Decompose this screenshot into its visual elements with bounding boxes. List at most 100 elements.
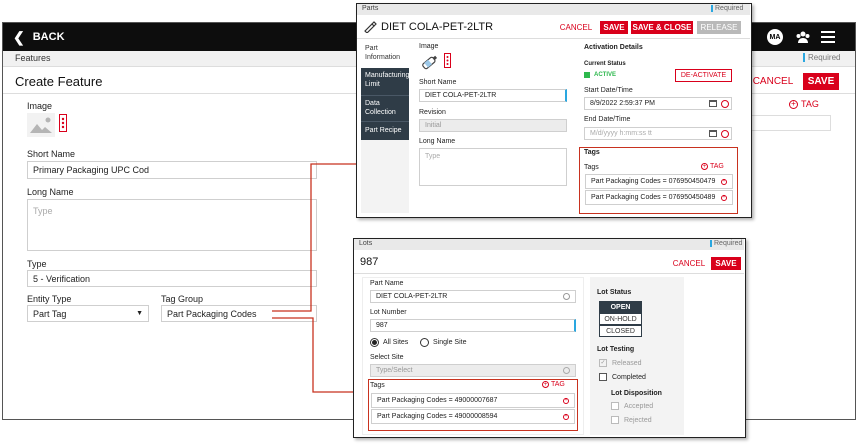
parts-header: Parts	[362, 5, 379, 12]
part-name-field[interactable]: DIET COLA-PET-2LTR	[370, 290, 576, 303]
lot-number-field[interactable]: 987	[370, 319, 576, 332]
parts-add-tag-button[interactable]: + TAG	[701, 163, 724, 170]
clock-icon[interactable]	[721, 129, 729, 138]
lots-save-button[interactable]: SAVE	[711, 257, 741, 270]
tab-data-collection[interactable]: Data Collection	[361, 96, 409, 122]
tag-text: Part Packaging Codes = 49000008594	[377, 413, 498, 420]
remove-tag-icon[interactable]: ×	[563, 413, 569, 420]
status-open[interactable]: OPEN	[599, 301, 642, 313]
calendar-icon[interactable]	[709, 129, 717, 137]
release-button[interactable]: RELEASE	[697, 21, 741, 34]
part-name-label: Part Name	[370, 280, 404, 287]
lots-title: 987	[360, 256, 379, 268]
parts-tags-title: Tags	[584, 149, 600, 156]
status-closed[interactable]: CLOSED	[599, 325, 642, 337]
remove-tag-icon[interactable]: ×	[721, 178, 727, 185]
completed-checkbox[interactable]: Completed	[599, 373, 646, 381]
start-date-label: Start Date/Time	[584, 87, 633, 94]
deactivate-button[interactable]: DE-ACTIVATE	[675, 69, 732, 82]
tag-text: Part Packaging Codes = 076950450479	[591, 178, 716, 185]
plus-circle-icon: +	[542, 381, 549, 388]
status-dot-icon	[584, 72, 590, 78]
single-site-radio[interactable]: Single Site	[420, 338, 466, 347]
bottle-icon	[363, 21, 377, 33]
single-site-label: Single Site	[433, 339, 467, 346]
search-icon[interactable]	[563, 293, 570, 300]
activation-details-title: Activation Details	[584, 44, 643, 51]
part-image[interactable]	[419, 52, 441, 72]
revision-label: Revision	[419, 109, 446, 116]
all-sites-radio[interactable]: All Sites	[370, 338, 408, 347]
lots-tags-label: Tags	[370, 382, 385, 389]
tag-label: TAG	[551, 381, 565, 388]
accepted-checkbox: Accepted	[611, 402, 653, 410]
end-date-placeholder: M/d/yyyy h:mm:ss tt	[590, 130, 652, 137]
parts-title: DIET COLA-PET-2LTR	[381, 21, 494, 33]
parts-more-options-icon[interactable]	[444, 53, 451, 68]
tab-part-recipe[interactable]: Part Recipe	[361, 122, 409, 140]
tab-part-information[interactable]: Part Information	[361, 41, 409, 68]
lots-cancel-button[interactable]: CANCEL	[670, 257, 708, 270]
lot-status-title: Lot Status	[597, 289, 632, 296]
all-sites-label: All Sites	[383, 339, 409, 346]
calendar-icon[interactable]	[709, 99, 717, 107]
parts-tag-item: Part Packaging Codes = 076950450479 ×	[585, 174, 733, 189]
status-badge: ACTIVE	[584, 72, 616, 78]
parts-image-label: Image	[419, 43, 439, 50]
lots-dialog: Lots Required 987 CANCEL SAVE Part Name …	[353, 238, 746, 438]
parts-tags-label: Tags	[584, 164, 599, 171]
parts-save-button[interactable]: SAVE	[600, 21, 628, 34]
radio-checked-icon	[370, 338, 379, 347]
remove-tag-icon[interactable]: ×	[721, 194, 727, 201]
lots-header: Lots	[359, 240, 373, 247]
status-on-hold[interactable]: ON-HOLD	[599, 313, 642, 325]
lots-header-bar	[354, 239, 744, 250]
checkmark-icon: ✓	[599, 359, 607, 367]
parts-long-name-field[interactable]: Type	[419, 148, 567, 186]
select-site-placeholder: Type/Select	[376, 367, 413, 374]
lots-add-tag-button[interactable]: + TAG	[542, 381, 565, 388]
tag-label: TAG	[710, 163, 724, 170]
select-site-field: Type/Select	[370, 364, 576, 377]
parts-long-name-label: Long Name	[419, 138, 456, 145]
lots-required: Required	[710, 240, 742, 247]
parts-required: Required	[711, 5, 743, 12]
radio-unchecked-icon	[420, 338, 429, 347]
save-close-button[interactable]: SAVE & CLOSE	[631, 21, 693, 34]
current-status-label: Current Status	[584, 61, 626, 67]
plus-circle-icon: +	[701, 163, 708, 170]
parts-dialog: Parts Required DIET COLA-PET-2LTR CANCEL…	[356, 3, 752, 218]
tab-manufacturing-limit[interactable]: Manufacturing Limit	[361, 68, 409, 96]
end-date-controls	[709, 129, 729, 138]
remove-tag-icon[interactable]: ×	[563, 397, 569, 404]
part-name-value: DIET COLA-PET-2LTR	[376, 293, 448, 300]
parts-short-name-field[interactable]: DIET COLA-PET-2LTR	[419, 89, 567, 102]
parts-cancel-button[interactable]: CANCEL	[557, 21, 595, 34]
revision-field: Initial	[419, 119, 567, 132]
select-site-label: Select Site	[370, 354, 404, 361]
start-date-value: 8/9/2022 2:59:37 PM	[590, 100, 655, 107]
lot-disposition-title: Lot Disposition	[611, 390, 662, 397]
parts-header-bar	[357, 4, 750, 15]
checkbox-empty-icon	[611, 402, 619, 410]
tag-text: Part Packaging Codes = 49000007687	[377, 397, 498, 404]
status-value: ACTIVE	[594, 72, 617, 78]
search-icon	[563, 367, 570, 374]
parts-tag-item: Part Packaging Codes = 076950450489 ×	[585, 190, 733, 205]
checkbox-empty-icon	[599, 373, 607, 381]
tag-text: Part Packaging Codes = 076950450489	[591, 194, 716, 201]
end-date-field[interactable]: M/d/yyyy h:mm:ss tt	[584, 127, 732, 140]
lot-testing-title: Lot Testing	[597, 346, 635, 353]
released-label: Released	[612, 359, 642, 367]
end-date-label: End Date/Time	[584, 116, 631, 123]
clock-icon[interactable]	[721, 99, 729, 108]
checkbox-empty-icon	[611, 416, 619, 424]
start-date-field[interactable]: 8/9/2022 2:59:37 PM	[584, 97, 732, 110]
released-checkbox: ✓ Released	[599, 359, 642, 367]
start-date-controls	[709, 99, 729, 108]
rejected-label: Rejected	[624, 416, 652, 424]
parts-divider	[357, 38, 750, 39]
lot-number-label: Lot Number	[370, 309, 407, 316]
lots-tag-item: Part Packaging Codes = 49000007687 ×	[371, 393, 575, 408]
rejected-checkbox: Rejected	[611, 416, 652, 424]
